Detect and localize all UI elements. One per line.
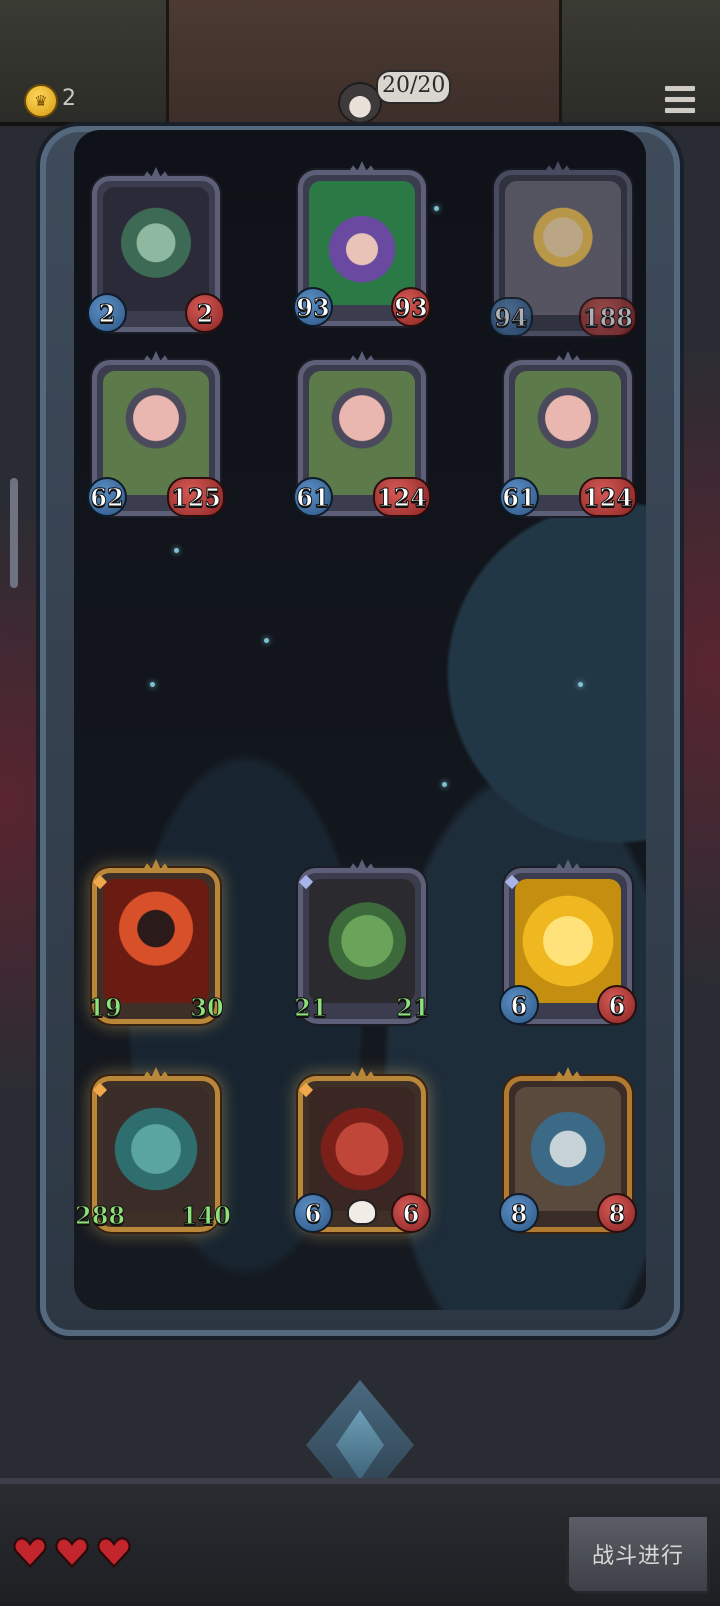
health-stat: 93 <box>391 287 431 327</box>
enemy-card-screaming-kid[interactable]: 94 188 <box>489 161 637 337</box>
attack-stat: 288 <box>74 1200 126 1230</box>
skull-icon <box>347 1199 377 1225</box>
purple-hat-witch-portrait <box>309 181 415 305</box>
health-stat: 6 <box>597 985 637 1025</box>
attack-stat: 6 <box>499 985 539 1025</box>
health-stat: 30 <box>190 992 224 1022</box>
health-stat: 188 <box>578 297 637 337</box>
health-stat: 6 <box>391 1193 431 1233</box>
teal-dragon-portrait <box>103 1087 209 1211</box>
battle-button[interactable]: 战斗进行 <box>566 1514 710 1594</box>
attack-stat: 2 <box>87 293 127 333</box>
crown-coin-icon: ♛ <box>24 84 58 118</box>
attack-stat: 61 <box>499 477 539 517</box>
attack-stat: 94 <box>489 297 533 337</box>
enemy-card-masked-pig-1[interactable]: 62 125 <box>87 351 225 517</box>
health-stat: 124 <box>578 477 637 517</box>
attack-stat: 19 <box>88 992 122 1022</box>
enemy-card-masked-pig-3[interactable]: 61 124 <box>499 351 637 517</box>
attack-stat: 93 <box>293 287 333 327</box>
player-hp: 20/20 <box>376 70 452 104</box>
red-demon-portrait <box>309 1087 415 1211</box>
ally-card-red-demon[interactable]: 6 6 <box>293 1067 431 1233</box>
menu-icon[interactable] <box>664 82 696 114</box>
health-stat: 21 <box>396 992 430 1022</box>
health-stat: 140 <box>180 1200 231 1230</box>
attack-stat: 8 <box>499 1193 539 1233</box>
health-stat: 8 <box>597 1193 637 1233</box>
green-dragon-portrait <box>309 879 415 1003</box>
ally-card-green-dragon[interactable]: 21 21 <box>294 859 430 1024</box>
ally-card-fire-demon[interactable]: 19 30 <box>88 859 224 1024</box>
enemy-card-masked-pig-2[interactable]: 61 124 <box>293 351 431 517</box>
enemy-card-purple-hat-witch[interactable]: 93 93 <box>293 161 431 327</box>
gold-count: 2 <box>62 86 76 111</box>
horned-beast-portrait <box>515 1087 621 1211</box>
health-stat: 124 <box>372 477 431 517</box>
golden-dragon-portrait <box>515 879 621 1003</box>
side-scroll-handle[interactable] <box>10 478 18 588</box>
fire-demon-portrait <box>103 879 209 1003</box>
attack-stat: 6 <box>293 1193 333 1233</box>
heart-icon <box>54 1535 90 1571</box>
heart-icon <box>96 1535 132 1571</box>
health-stat: 2 <box>185 293 225 333</box>
ally-card-teal-dragon[interactable]: 288 140 <box>74 1067 232 1232</box>
attack-stat: 61 <box>293 477 333 517</box>
witch-minion-portrait <box>103 187 209 311</box>
attack-stat: 62 <box>87 477 127 517</box>
health-stat: 125 <box>166 477 225 517</box>
screaming-kid-portrait <box>505 181 621 315</box>
heart-icon <box>12 1535 48 1571</box>
enemy-card-witch-minion[interactable]: 2 2 <box>87 167 225 333</box>
ally-card-horned-beast[interactable]: 8 8 <box>499 1067 637 1233</box>
attack-stat: 21 <box>294 992 328 1022</box>
ally-card-golden-dragon[interactable]: 6 6 <box>499 859 637 1025</box>
